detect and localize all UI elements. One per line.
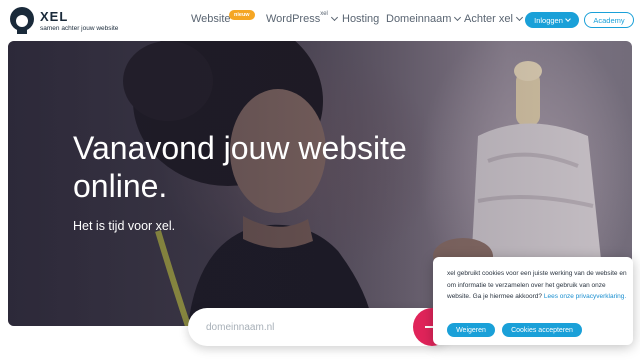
- nav-hosting[interactable]: Hosting: [342, 13, 379, 25]
- nav-website-badge: nieuw: [229, 10, 255, 20]
- cookie-accept-button[interactable]: Cookies accepteren: [502, 323, 582, 337]
- nav-wordpress-label: WordPress: [266, 13, 321, 25]
- chevron-down-icon: [515, 13, 523, 22]
- privacy-link[interactable]: Lees onze privacyverklaring.: [544, 293, 626, 300]
- academy-button-label: Academy: [593, 15, 625, 25]
- chevron-down-icon: [565, 16, 571, 22]
- hero-subtitle: Het is tijd voor xel.: [73, 219, 176, 233]
- academy-button[interactable]: Academy: [584, 12, 634, 28]
- brand-name[interactable]: XEL: [40, 9, 68, 24]
- cookie-banner: xel gebruikt cookies voor een juiste wer…: [433, 257, 633, 345]
- nav-hosting-label: Hosting: [342, 13, 380, 25]
- nav-achter-xel[interactable]: Achter xel: [464, 13, 523, 25]
- cookie-text-block: xel gebruikt cookies voor een juiste wer…: [447, 268, 627, 303]
- login-button[interactable]: Inloggen: [525, 12, 579, 28]
- nav-wordpress[interactable]: WordPressxel: [266, 11, 338, 25]
- nav-website-label: Website: [191, 13, 231, 25]
- domain-search-box: [188, 308, 448, 346]
- cookie-accept-label: Cookies accepteren: [511, 326, 573, 334]
- nav-achter-xel-label: Achter xel: [464, 13, 513, 25]
- site-header: XEL samen achter jouw website Website ni…: [0, 0, 640, 40]
- nav-domeinnaam[interactable]: Domeinnaam: [386, 13, 462, 25]
- xel-logo-icon[interactable]: [7, 6, 37, 34]
- chevron-down-icon: [454, 13, 462, 22]
- domain-search-input[interactable]: [206, 318, 386, 336]
- hero-title: Vanavond jouw website online.: [73, 130, 407, 204]
- cookie-deny-button[interactable]: Weigeren: [447, 323, 495, 337]
- brand-tagline: samen achter jouw website: [40, 25, 119, 32]
- nav-website[interactable]: Website: [191, 13, 231, 25]
- chevron-down-icon: [330, 13, 338, 22]
- nav-domeinnaam-label: Domeinnaam: [386, 13, 452, 25]
- cookie-deny-label: Weigeren: [456, 326, 486, 334]
- nav-wordpress-sup: xel: [320, 11, 328, 17]
- login-button-label: Inloggen: [534, 15, 563, 25]
